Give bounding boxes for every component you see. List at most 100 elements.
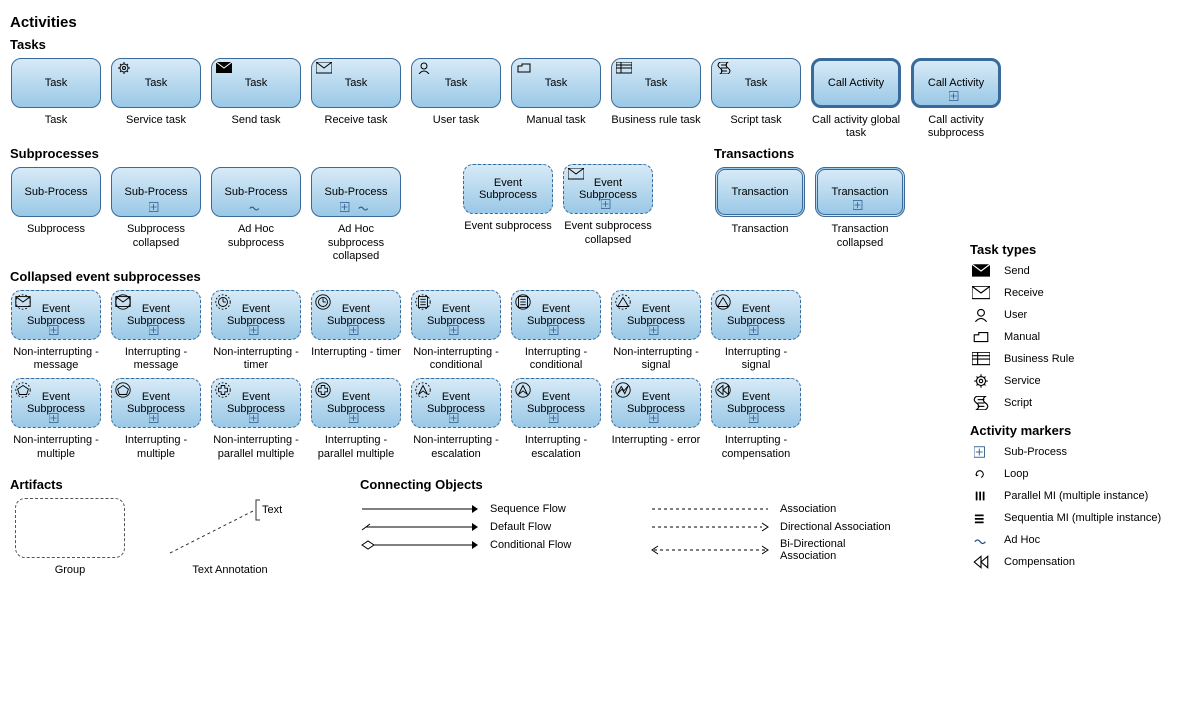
connector-label: Sequence Flow	[490, 503, 610, 515]
plus-marker	[449, 324, 463, 336]
shape-cell: Task Task	[10, 58, 102, 140]
legend-task-type: Manual	[970, 329, 1180, 345]
shape-label: Task	[541, 77, 572, 89]
activity-shape: Event Subprocess	[411, 290, 501, 340]
legend-label: Script	[1004, 397, 1032, 409]
smi-icon	[970, 510, 992, 526]
activity-shape: Task	[111, 58, 201, 108]
pmulti-icon	[314, 381, 332, 399]
connector-line	[360, 520, 480, 534]
legend-task-type: User	[970, 307, 1180, 323]
receive-icon	[114, 293, 132, 311]
shape-caption: Call activity global task	[810, 114, 902, 140]
connector-line	[360, 502, 480, 516]
shape-cell: Event SubprocessInterrupting - signal	[710, 290, 802, 372]
heading-activities: Activities	[10, 14, 1182, 31]
shape-caption: Transaction collapsed	[814, 223, 906, 249]
activity-shape: Event Subprocess	[311, 290, 401, 340]
timer-icon	[314, 293, 332, 311]
gear-icon	[970, 373, 992, 389]
legend-activity-marker: Parallel MI (multiple instance)	[970, 488, 1180, 504]
activity-shape: Event Subprocess	[111, 378, 201, 428]
legend-label: Ad Hoc	[1004, 534, 1040, 546]
shape-cell: Task Receive task	[310, 58, 402, 140]
transactions-row: TransactionTransactionTransactionTransac…	[714, 167, 906, 249]
plus-marker	[549, 324, 563, 336]
activity-shape: Event Subprocess	[11, 378, 101, 428]
legend-label: Sub-Process	[1004, 446, 1067, 458]
error-icon	[614, 381, 632, 399]
activity-shape: Event Subprocess	[311, 378, 401, 428]
shape-cell: Transaction Transaction collapsed	[814, 167, 906, 249]
shape-cell: TaskService task	[110, 58, 202, 140]
gear-icon	[116, 62, 132, 74]
tilde-icon	[970, 532, 992, 548]
shape-label: Task	[741, 77, 772, 89]
shape-cell: Event SubprocessNon-interrupting - signa…	[610, 290, 702, 372]
shape-cell: TaskUser task	[410, 58, 502, 140]
legend-label: User	[1004, 309, 1027, 321]
shape-label: Sub-Process	[121, 186, 192, 198]
legend-label: Compensation	[1004, 556, 1075, 568]
user-icon	[416, 62, 432, 74]
shape-cell: TaskScript task	[710, 58, 802, 140]
shape-label: Transaction	[727, 186, 792, 198]
activity-shape: Transaction	[715, 167, 805, 217]
legend-activity-marker: Loop	[970, 466, 1180, 482]
shape-caption: Subprocess collapsed	[110, 223, 202, 249]
shape-caption: Non-interrupting - parallel multiple	[210, 434, 302, 460]
shape-label: Task	[41, 77, 72, 89]
manual-icon	[970, 329, 992, 345]
timer-icon	[214, 293, 232, 311]
plus-marker	[49, 324, 63, 336]
shape-caption: Business rule task	[611, 114, 700, 140]
send-icon	[216, 62, 232, 74]
connector-label: Default Flow	[490, 521, 610, 533]
legend-task-type: Business Rule	[970, 351, 1180, 367]
shape-cell: Event SubprocessInterrupting - parallel …	[310, 378, 402, 460]
receive-icon	[316, 62, 332, 74]
shape-label: Call Activity	[824, 77, 888, 89]
legend-task-type: Receive	[970, 285, 1180, 301]
activity-shape: Event Subprocess	[211, 378, 301, 428]
shape-caption: Subprocess	[27, 223, 85, 249]
shape-caption: Transaction	[731, 223, 788, 249]
esc-icon	[414, 381, 432, 399]
group-shape	[15, 498, 125, 558]
shape-caption: Receive task	[325, 114, 388, 140]
shape-caption: Ad Hoc subprocess collapsed	[310, 223, 402, 263]
plus-marker	[601, 198, 615, 210]
connector-cond: Conditional Flow	[360, 538, 610, 552]
legend-label: Parallel MI (multiple instance)	[1004, 490, 1148, 502]
legend-activity-marker: Sequentia MI (multiple instance)	[970, 510, 1180, 526]
legend-label: Receive	[1004, 287, 1044, 299]
shape-cell: Event SubprocessInterrupting - error	[610, 378, 702, 460]
activity-shape: Task	[611, 58, 701, 108]
connector-dassoc: Directional Association	[650, 520, 900, 534]
activity-shape: Event Subprocess	[711, 290, 801, 340]
shape-caption: Task	[45, 114, 68, 140]
activity-shape: Sub-Process	[311, 167, 401, 217]
shape-cell: Sub-ProcessSubprocess	[10, 167, 102, 263]
shape-cell: Task Business rule task	[610, 58, 702, 140]
shape-label: Task	[441, 77, 472, 89]
shape-label: Transaction	[827, 186, 892, 198]
shape-label: Task	[341, 77, 372, 89]
cond-icon	[514, 293, 532, 311]
activity-shape: Event Subprocess	[511, 378, 601, 428]
plus-marker	[340, 201, 354, 213]
legend-activity-marker: Compensation	[970, 554, 1180, 570]
shape-caption: Call activity subprocess	[910, 114, 1002, 140]
shape-label: Event Subprocess	[464, 177, 552, 201]
comp-icon	[714, 381, 732, 399]
heading-transactions: Transactions	[714, 146, 906, 161]
shape-label: Task	[641, 77, 672, 89]
shape-cell: Event SubprocessInterrupting - message	[110, 290, 202, 372]
activity-shape: Task	[11, 58, 101, 108]
shape-cell: Sub-ProcessAd Hoc subprocess	[210, 167, 302, 263]
shape-caption: Non-interrupting - multiple	[10, 434, 102, 460]
legend-task-type: Script	[970, 395, 1180, 411]
legend-label: Business Rule	[1004, 353, 1074, 365]
heading-subprocesses: Subprocesses	[10, 146, 402, 161]
plus-icon	[970, 444, 992, 460]
